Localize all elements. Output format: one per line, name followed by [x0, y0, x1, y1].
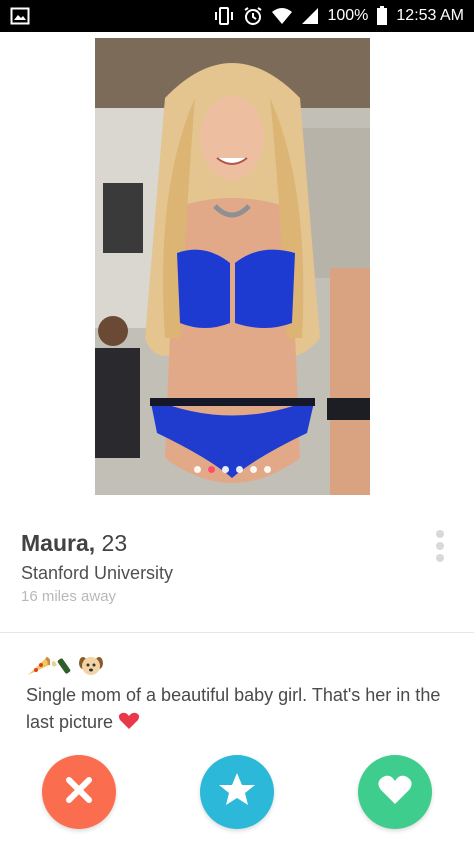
- vibrate-icon: [213, 7, 235, 25]
- profile-name: Maura,: [21, 530, 96, 556]
- super-like-button[interactable]: [200, 755, 274, 829]
- more-dot: [436, 554, 444, 562]
- wifi-icon: [271, 7, 293, 25]
- profile-school: Stanford University: [21, 563, 174, 583]
- photo-dot-active[interactable]: [208, 466, 215, 473]
- photo-dot[interactable]: [222, 466, 229, 473]
- more-dot: [436, 542, 444, 550]
- x-icon: [64, 775, 94, 810]
- status-time: 12:53 AM: [396, 7, 464, 24]
- bio-emoji-row: [26, 655, 104, 682]
- photo-dot[interactable]: [194, 466, 201, 473]
- profile-bio: Single mom of a beautiful baby girl. Tha…: [26, 682, 456, 736]
- more-dot: [436, 530, 444, 538]
- signal-icon: [301, 7, 319, 25]
- battery-percent: 100%: [327, 7, 369, 24]
- more-options-button[interactable]: [433, 530, 447, 562]
- nope-button[interactable]: [42, 755, 116, 829]
- status-bar: 100% 12:53 AM: [0, 0, 474, 32]
- profile-age: 23: [101, 530, 128, 556]
- pizza-icon: [26, 655, 51, 682]
- alarm-icon: [243, 6, 263, 26]
- dog-icon: [78, 655, 104, 682]
- heart-icon: [377, 774, 413, 811]
- profile-name-age: Maura, 23: [21, 530, 127, 557]
- bio-text: Single mom of a beautiful baby girl. Tha…: [26, 685, 441, 732]
- profile-photo[interactable]: [95, 38, 370, 495]
- profile-distance: 16 miles away: [21, 588, 117, 605]
- profile-photo-image: [95, 38, 370, 495]
- star-icon: [217, 770, 257, 815]
- photo-dot[interactable]: [264, 466, 271, 473]
- section-divider: [0, 632, 474, 633]
- photo-dot[interactable]: [236, 466, 243, 473]
- champagne-icon: [50, 655, 76, 682]
- battery-icon: [376, 6, 388, 26]
- heart-icon: [118, 712, 140, 732]
- photo-dot[interactable]: [250, 466, 257, 473]
- photo-pagination: [95, 466, 370, 473]
- image-notification-icon: [10, 6, 30, 26]
- like-button[interactable]: [358, 755, 432, 829]
